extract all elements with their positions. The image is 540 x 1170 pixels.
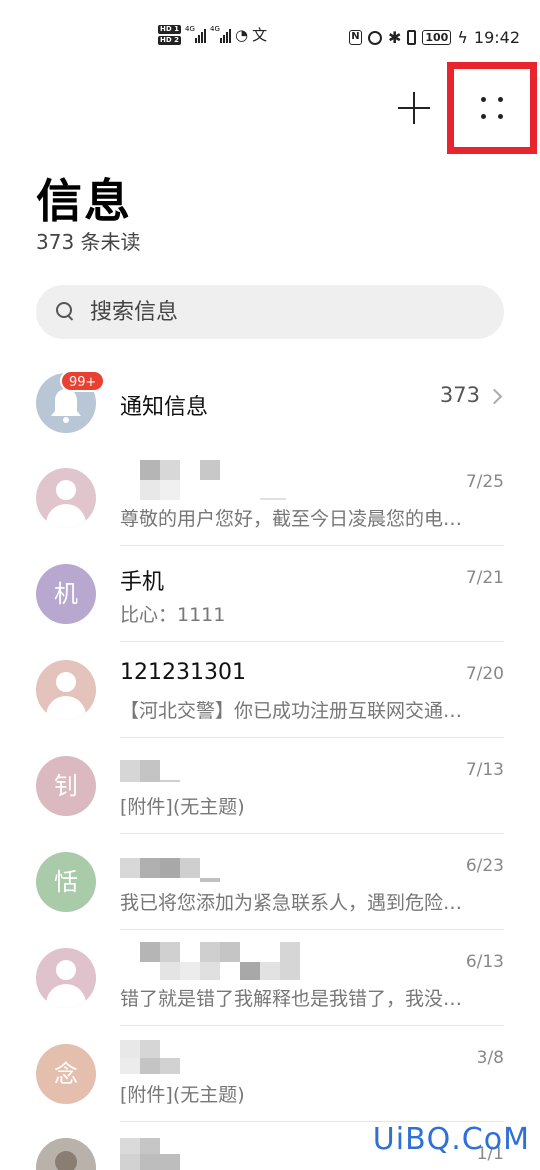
bluetooth-icon: ✱: [387, 28, 402, 47]
new-message-button[interactable]: [396, 90, 432, 126]
more-options-button[interactable]: [447, 62, 537, 154]
notification-name: 通知信息: [120, 395, 209, 420]
conversation-preview: 【河北交警】你已成功注册互联网交通…: [120, 700, 463, 722]
conversation-name: 121231301: [120, 660, 246, 685]
photo-icon: [36, 1138, 96, 1170]
conversation-date: 7/20: [465, 664, 504, 684]
redacted-name: [140, 460, 290, 500]
page-title: 信息: [36, 174, 132, 228]
conversation-date: 6/23: [465, 856, 504, 876]
search-icon: [56, 302, 74, 320]
conversation-row[interactable]: 121231301 7/20 【河北交警】你已成功注册互联网交通…: [0, 642, 540, 738]
status-bar-right: N ✱ 100 ϟ 19:42: [348, 28, 520, 47]
redacted-name: [120, 858, 230, 884]
nfc-icon: N: [348, 30, 362, 45]
contact-avatar: 恬: [36, 852, 96, 912]
conversation-preview: 比心：1111: [120, 604, 226, 626]
conversation-row[interactable]: 机 手机 7/21 比心：1111: [0, 546, 540, 642]
unread-count: 373 条未读: [36, 230, 141, 254]
conversation-row[interactable]: 念 3/8 [附件](无主题): [0, 1026, 540, 1122]
conversation-date: 7/25: [465, 472, 504, 492]
signal-1-icon: 4G: [185, 25, 206, 43]
conversation-date: 7/13: [465, 760, 504, 780]
conversation-preview: [附件](无主题): [120, 796, 245, 818]
wifi-icon: ◔: [234, 25, 249, 44]
hd1-icon: HD 1: [158, 24, 181, 34]
conversation-preview: 错了就是错了我解释也是我错了，我没…: [120, 988, 463, 1010]
redacted-name: [120, 1040, 190, 1074]
redacted-name: [120, 760, 210, 784]
search-input[interactable]: [90, 285, 470, 339]
unread-badge: 99+: [60, 370, 106, 392]
contact-avatar: [36, 948, 96, 1008]
signal-2-icon: 4G: [210, 25, 231, 43]
conversation-row[interactable]: 7/25 尊敬的用户您好，截至今日凌晨您的电…: [0, 450, 540, 546]
conversation-date: 3/8: [476, 1048, 504, 1068]
contact-avatar: 念: [36, 1044, 96, 1104]
hd2-icon: HD 2: [158, 35, 181, 45]
notification-count: 373: [439, 383, 480, 407]
contact-avatar-photo: [36, 1138, 96, 1170]
conversation-date: 6/13: [465, 952, 504, 972]
conversation-name: 手机: [120, 570, 165, 595]
redacted-name: [120, 1138, 180, 1170]
conversation-row[interactable]: 6/13 错了就是错了我解释也是我错了，我没…: [0, 930, 540, 1026]
contact-avatar: 机: [36, 564, 96, 624]
contact-avatar: [36, 660, 96, 720]
conversation-row[interactable]: 恬 6/23 我已将您添加为紧急联系人，遇到危险…: [0, 834, 540, 930]
search-bar[interactable]: [36, 285, 504, 339]
conversation-row[interactable]: 钊 7/13 [附件](无主题): [0, 738, 540, 834]
redacted-name: [140, 942, 330, 982]
conversation-preview: 尊敬的用户您好，截至今日凌晨您的电…: [120, 508, 463, 530]
watermark-logo: UiBQ.CoM: [372, 1122, 530, 1157]
status-bar-left: HD 1 HD 2 4G 4G ◔ 文: [158, 24, 267, 45]
alarm-icon: [367, 30, 382, 45]
contact-avatar: 钊: [36, 756, 96, 816]
chevron-right-icon: [486, 388, 503, 405]
conversation-preview: 我已将您添加为紧急联系人，遇到危险…: [120, 892, 463, 914]
charging-icon: ϟ: [457, 28, 468, 47]
clock-time: 19:42: [473, 28, 520, 47]
hd-icons: HD 1 HD 2: [158, 24, 181, 45]
battery-icon: 100: [422, 30, 452, 45]
translate-icon: 文: [252, 26, 268, 44]
contact-avatar: [36, 468, 96, 528]
conversation-preview: [附件](无主题): [120, 1084, 245, 1106]
vibrate-icon: [407, 30, 417, 45]
conversation-date: 7/21: [465, 568, 504, 588]
